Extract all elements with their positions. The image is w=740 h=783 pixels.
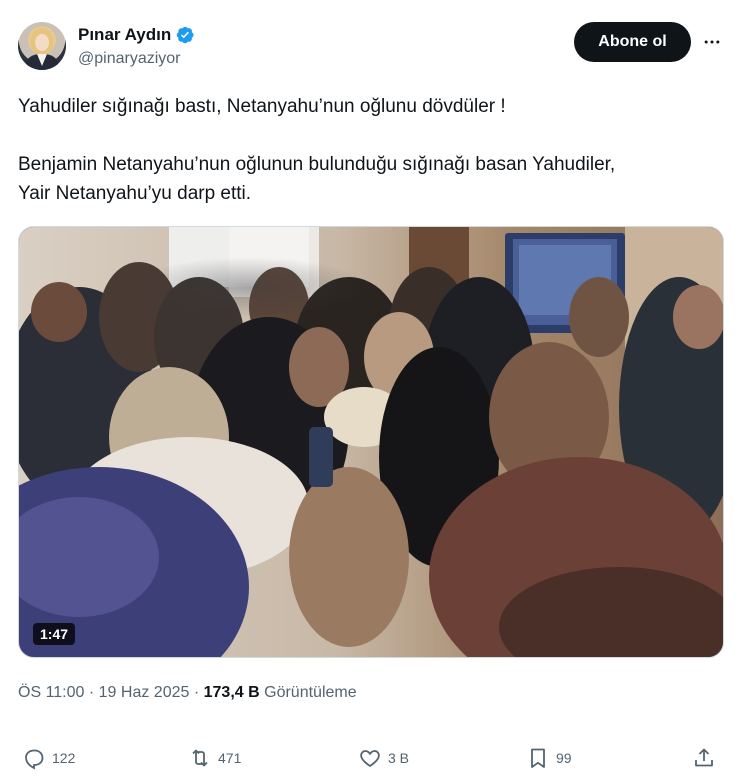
views-label: Görüntüleme: [264, 684, 357, 701]
meta-separator: ·: [88, 684, 95, 701]
like-count: 3 B: [388, 750, 410, 766]
share-icon: [695, 748, 713, 767]
author-display-name-row[interactable]: Pınar Aydın: [78, 24, 195, 46]
tweet-header: Pınar Aydın @pinaryaziyor Abone ol: [18, 18, 724, 74]
tweet-text-line: Yahudiler sığınağı bastı, Netanyahu’nun …: [18, 96, 506, 117]
share-button[interactable]: [692, 742, 716, 774]
bookmark-icon: [531, 748, 545, 768]
verified-badge-icon: [177, 26, 194, 44]
author-display-name[interactable]: Pınar Aydın: [78, 24, 171, 46]
tweet-text: Yahudiler sığınağı bastı, Netanyahu’nun …: [18, 92, 724, 208]
avatar[interactable]: [18, 22, 66, 70]
retweet-button[interactable]: 471: [188, 742, 241, 774]
tweet-actions: 122 471 3 B 99: [18, 742, 724, 774]
tweet-text-line: Benjamin Netanyahu’nun oğlunun bulunduğu…: [18, 154, 616, 175]
author-handle[interactable]: @pinaryaziyor: [78, 48, 195, 70]
tweet-meta: ÖS 11:00 · 19 Haz 2025 · 173,4 B Görüntü…: [18, 682, 357, 704]
meta-separator: ·: [193, 684, 200, 701]
bookmark-button[interactable]: 99: [526, 742, 572, 774]
more-horizontal-icon[interactable]: [698, 28, 726, 56]
bookmark-count: 99: [556, 750, 572, 766]
reply-button[interactable]: 122: [22, 742, 75, 774]
video-frame: [19, 227, 723, 657]
views-count: 173,4 B: [203, 684, 260, 701]
tweet-text-line: Yair Netanyahu’yu darp etti.: [18, 183, 252, 204]
heart-icon: [360, 750, 380, 768]
follow-button[interactable]: Abone ol: [574, 22, 691, 62]
tweet-date[interactable]: 19 Haz 2025: [99, 684, 190, 701]
reply-count: 122: [52, 750, 76, 766]
tweet-time[interactable]: ÖS 11:00: [18, 684, 84, 701]
retweet-count: 471: [218, 750, 242, 766]
video-duration: 1:47: [33, 623, 76, 645]
video-player[interactable]: 1:47: [18, 226, 724, 658]
author-names: Pınar Aydın @pinaryaziyor: [78, 24, 195, 70]
like-button[interactable]: 3 B: [358, 742, 409, 774]
reply-icon: [25, 749, 44, 770]
retweet-icon: [192, 749, 208, 767]
